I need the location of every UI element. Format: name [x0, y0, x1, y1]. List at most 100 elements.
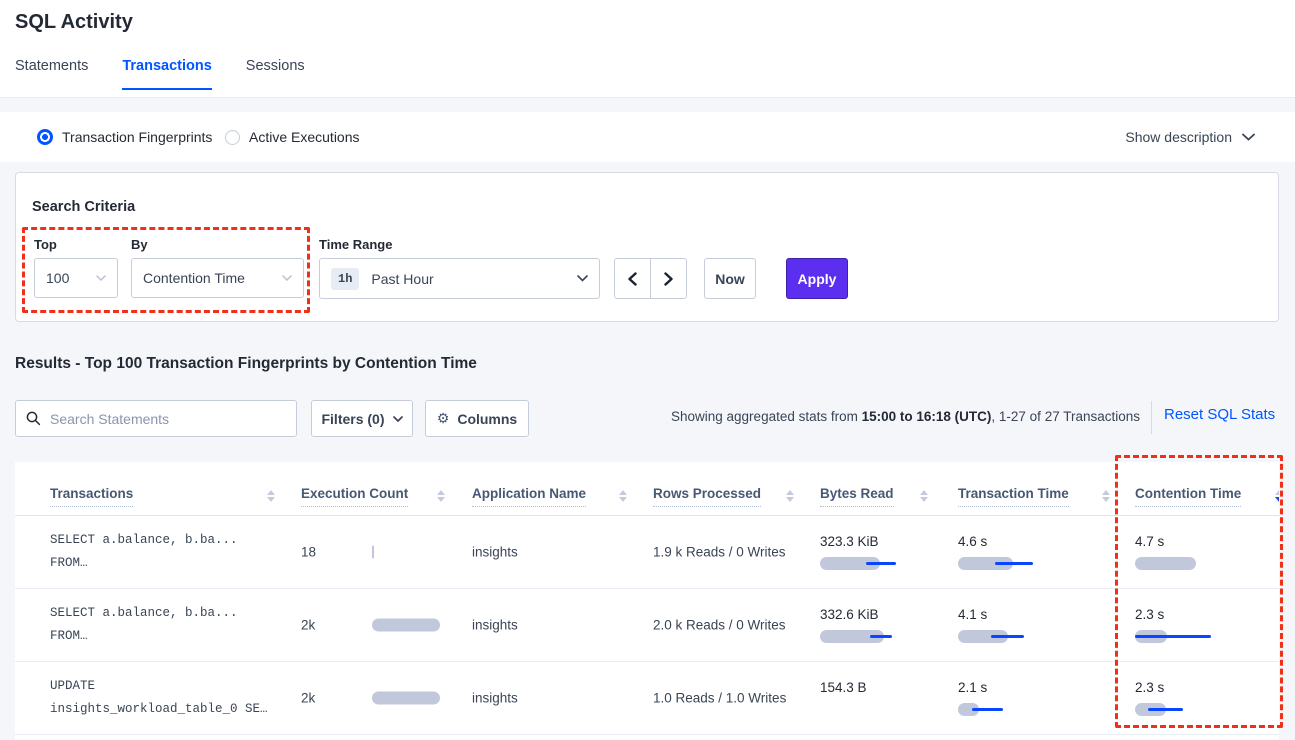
execution-count-bar — [372, 619, 442, 632]
sort-icon[interactable] — [1102, 490, 1110, 502]
filters-button-label: Filters (0) — [321, 411, 384, 427]
stats-prefix: Showing aggregated stats from — [671, 409, 862, 424]
search-statements-box[interactable] — [15, 400, 297, 437]
top-select-value: 100 — [46, 270, 96, 286]
tab-bar: Statements Transactions Sessions — [15, 58, 339, 90]
query-line: insights_workload_table_0 SE… — [50, 698, 268, 721]
by-select-value: Contention Time — [143, 270, 282, 286]
query-line: SELECT a.balance, b.ba... — [50, 602, 238, 625]
transaction-time-cell: 2.1 s — [958, 680, 1118, 716]
now-button[interactable]: Now — [704, 258, 756, 299]
radio-unselected-icon[interactable] — [225, 130, 240, 145]
execution-count-value: 2k — [301, 618, 315, 633]
sort-icon[interactable] — [619, 490, 627, 502]
bytes-read-cell: 332.6 KiB — [820, 607, 980, 643]
transaction-time-bar — [958, 557, 1108, 570]
application-name-value: insights — [472, 691, 518, 706]
chevron-down-icon — [96, 275, 106, 281]
tab-sessions[interactable]: Sessions — [246, 58, 305, 90]
contention-time-cell: 4.7 s — [1135, 534, 1279, 570]
filters-button[interactable]: Filters (0) — [311, 400, 413, 437]
tab-transactions[interactable]: Transactions — [122, 58, 211, 90]
transaction-fingerprint-link[interactable]: UPDATE insights_workload_table_0 SE… — [50, 675, 268, 721]
execution-count-bar — [372, 546, 442, 559]
table-row: UPDATE insights_workload_table_0 SE… 2k … — [15, 662, 1279, 735]
execution-count-value: 18 — [301, 545, 316, 560]
contention-time-bar — [1135, 703, 1279, 716]
contention-time-bar — [1135, 630, 1279, 643]
vertical-divider — [1151, 401, 1152, 434]
query-line: FROM… — [50, 625, 238, 648]
radio-label: Active Executions — [249, 129, 360, 145]
sort-icon-active[interactable] — [1275, 490, 1279, 502]
query-line: UPDATE — [50, 675, 268, 698]
sort-icon[interactable] — [267, 490, 275, 502]
tab-statements[interactable]: Statements — [15, 58, 88, 90]
bytes-read-bar — [820, 557, 970, 570]
top-label: Top — [34, 237, 57, 252]
transaction-time-value: 4.1 s — [958, 607, 1118, 622]
show-description-label: Show description — [1125, 129, 1232, 145]
transaction-time-cell: 4.1 s — [958, 607, 1118, 643]
sql-activity-page: SQL Activity Statements Transactions Ses… — [0, 0, 1295, 740]
time-range-dropdown[interactable]: 1h Past Hour — [319, 258, 600, 299]
execution-count-bar — [372, 692, 442, 705]
column-header-transactions[interactable]: Transactions — [50, 486, 133, 507]
query-line: SELECT a.balance, b.ba... — [50, 529, 238, 552]
contention-time-bar — [1135, 557, 1279, 570]
transaction-time-bar — [958, 630, 1108, 643]
time-range-label: Time Range — [319, 237, 392, 252]
application-name-value: insights — [472, 545, 518, 560]
sort-icon[interactable] — [786, 490, 794, 502]
contention-time-value: 2.3 s — [1135, 680, 1279, 695]
table-row: SELECT a.balance, b.ba... FROM… 2k insig… — [15, 589, 1279, 662]
next-time-button[interactable] — [650, 258, 687, 299]
results-heading: Results - Top 100 Transaction Fingerprin… — [15, 355, 477, 373]
sort-icon[interactable] — [437, 490, 445, 502]
query-line: FROM… — [50, 552, 238, 575]
chevron-down-icon — [577, 275, 588, 282]
apply-button[interactable]: Apply — [786, 258, 848, 299]
bytes-read-cell: 323.3 KiB — [820, 534, 980, 570]
search-criteria-card: Search Criteria Top 100 By Contention Ti… — [15, 172, 1279, 322]
gear-icon: ⚙ — [437, 411, 450, 427]
column-header-execution-count[interactable]: Execution Count — [301, 486, 408, 507]
previous-time-button[interactable] — [614, 258, 651, 299]
column-header-rows-processed[interactable]: Rows Processed — [653, 486, 761, 507]
contention-time-value: 2.3 s — [1135, 607, 1279, 622]
time-range-badge: 1h — [331, 268, 359, 290]
bytes-read-value: 154.3 B — [820, 680, 980, 695]
stats-time-range: 15:00 to 16:18 (UTC) — [862, 409, 992, 424]
column-header-transaction-time[interactable]: Transaction Time — [958, 486, 1069, 507]
transaction-fingerprint-link[interactable]: SELECT a.balance, b.ba... FROM… — [50, 529, 238, 575]
table-row: SELECT a.balance, b.ba... FROM… 18 insig… — [15, 516, 1279, 589]
contention-time-cell: 2.3 s — [1135, 680, 1279, 716]
column-header-contention-time[interactable]: Contention Time — [1135, 486, 1241, 507]
reset-sql-stats-link[interactable]: Reset SQL Stats — [1164, 406, 1275, 423]
columns-button[interactable]: ⚙ Columns — [425, 400, 529, 437]
application-name-value: insights — [472, 618, 518, 633]
sort-icon[interactable] — [920, 490, 928, 502]
top-select[interactable]: 100 — [34, 258, 118, 298]
transaction-time-value: 4.6 s — [958, 534, 1118, 549]
bytes-read-bar — [820, 630, 970, 643]
page-title: SQL Activity — [15, 11, 133, 34]
stats-suffix: , 1-27 of 27 Transactions — [991, 409, 1140, 424]
column-header-bytes-read[interactable]: Bytes Read — [820, 486, 894, 507]
transaction-time-value: 2.1 s — [958, 680, 1118, 695]
by-select[interactable]: Contention Time — [131, 258, 304, 298]
execution-count-value: 2k — [301, 691, 315, 706]
transactions-table: Transactions Execution Count Application… — [15, 462, 1279, 740]
chevron-left-icon — [628, 272, 637, 286]
view-toggle-bar: Transaction Fingerprints Active Executio… — [0, 112, 1295, 162]
rows-processed-value: 1.9 k Reads / 0 Writes — [653, 545, 786, 560]
radio-active-executions[interactable]: Active Executions — [225, 112, 360, 162]
transaction-fingerprint-link[interactable]: SELECT a.balance, b.ba... FROM… — [50, 602, 238, 648]
show-description-toggle[interactable]: Show description — [1125, 112, 1255, 162]
radio-selected-icon[interactable] — [37, 129, 53, 145]
rows-processed-value: 2.0 k Reads / 0 Writes — [653, 618, 786, 633]
search-statements-input[interactable] — [50, 411, 286, 427]
contention-time-cell: 2.3 s — [1135, 607, 1279, 643]
radio-transaction-fingerprints[interactable]: Transaction Fingerprints — [37, 112, 212, 162]
column-header-application-name[interactable]: Application Name — [472, 486, 586, 507]
